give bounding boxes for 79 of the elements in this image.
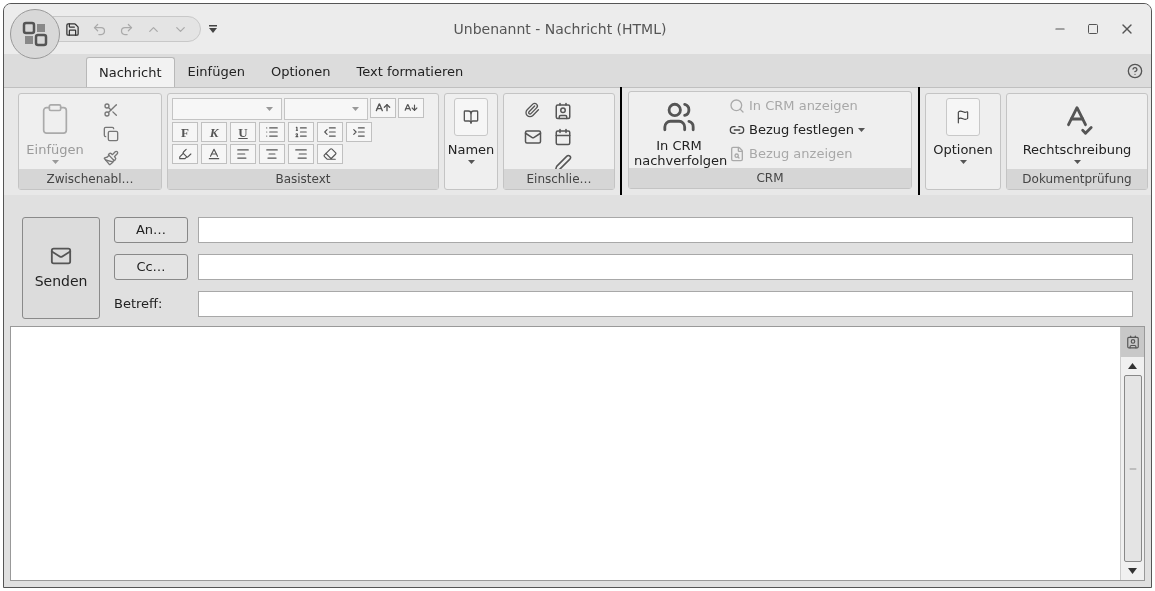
- font-name-field[interactable]: [172, 98, 282, 120]
- decrease-indent-icon: [323, 125, 337, 139]
- ribbon-tab[interactable]: Optionen: [257, 57, 344, 87]
- scissors-icon[interactable]: [103, 102, 119, 118]
- business-card-icon[interactable]: [554, 102, 572, 120]
- caret-icon: [467, 159, 475, 164]
- field-label: Betreff:: [114, 295, 164, 314]
- save-icon[interactable]: [65, 21, 80, 37]
- header-input-field[interactable]: [198, 217, 1133, 243]
- ribbon-tab[interactable]: Einfügen: [174, 57, 258, 87]
- scroll-thumb[interactable]: [1123, 375, 1142, 562]
- ribbon-tab[interactable]: Text formatieren: [343, 57, 477, 87]
- font-color-button[interactable]: [201, 144, 227, 164]
- align-right-button[interactable]: [288, 144, 314, 164]
- scroll-down-icon[interactable]: [1128, 568, 1137, 574]
- align-center-button[interactable]: [259, 144, 285, 164]
- format-button[interactable]: F: [172, 122, 198, 142]
- font-color-icon: [207, 147, 221, 161]
- message-body-field[interactable]: [10, 326, 1145, 581]
- caret-icon: [857, 128, 865, 132]
- eraser-icon: [323, 147, 337, 161]
- crm-menu-button[interactable]: Bezug festlegen: [729, 120, 865, 140]
- caret-icon: [1073, 159, 1081, 164]
- address-button[interactable]: An…: [114, 217, 188, 243]
- bullet-list-icon: [265, 125, 279, 139]
- group-label: Einschlie…: [526, 171, 592, 188]
- send-button[interactable]: Senden: [22, 217, 100, 319]
- caret-icon: [266, 107, 273, 111]
- caret-icon: [51, 159, 59, 164]
- track-in-crm-button[interactable]: In CRM nachverfolgen: [633, 96, 725, 168]
- numbered-list-button[interactable]: [288, 122, 314, 142]
- header-input-field[interactable]: [198, 291, 1133, 317]
- align-right-icon: [294, 147, 308, 161]
- ruler-toggle-button[interactable]: [1121, 327, 1144, 357]
- spelling-button[interactable]: Rechtschreibung: [1011, 98, 1143, 169]
- caret-icon: [352, 107, 359, 111]
- customize-icon[interactable]: [209, 25, 217, 33]
- flag-icon: [956, 110, 970, 124]
- options-button[interactable]: Optionen: [930, 98, 996, 189]
- clear-format-button[interactable]: [317, 144, 343, 164]
- group-label: Basistext: [275, 171, 331, 188]
- align-left-icon: [236, 147, 250, 161]
- bullet-list-button[interactable]: [259, 122, 285, 142]
- vertical-scrollbar[interactable]: [1120, 327, 1144, 580]
- font-size-field[interactable]: [284, 98, 368, 120]
- paperclip-icon[interactable]: [524, 102, 540, 118]
- increase-indent-button[interactable]: [346, 122, 372, 142]
- office-button[interactable]: [10, 9, 60, 59]
- group-label: Dokumentprüfung: [1022, 171, 1132, 188]
- paintbrush-icon[interactable]: [103, 150, 119, 166]
- group-label: Zwischenabl…: [46, 171, 134, 188]
- decrease-indent-button[interactable]: [317, 122, 343, 142]
- increase-indent-icon: [352, 125, 366, 139]
- format-button[interactable]: K: [201, 122, 227, 142]
- highlight-button[interactable]: [172, 144, 198, 164]
- header-input-field[interactable]: [198, 254, 1133, 280]
- align-center-icon: [265, 147, 279, 161]
- caret-icon: [959, 159, 967, 164]
- help-icon[interactable]: [1127, 62, 1143, 79]
- shrink-font-button[interactable]: [398, 98, 424, 118]
- format-button[interactable]: U: [230, 122, 256, 142]
- names-button[interactable]: Namen: [449, 98, 493, 189]
- maximize-icon[interactable]: [1087, 23, 1099, 35]
- book-icon: [463, 109, 479, 125]
- search-icon: [729, 98, 745, 114]
- align-left-button[interactable]: [230, 144, 256, 164]
- ribbon-tab[interactable]: Nachricht: [86, 57, 175, 87]
- numbered-list-icon: [294, 125, 308, 139]
- contacts-icon: [662, 100, 696, 134]
- window-title: Unbenannt - Nachricht (HTML): [453, 19, 667, 39]
- scroll-up-icon[interactable]: [1128, 363, 1137, 369]
- highlighter-icon: [178, 147, 192, 161]
- grow-font-button[interactable]: [370, 98, 396, 118]
- office-logo-icon: [22, 21, 48, 47]
- group-label: CRM: [756, 170, 784, 187]
- copy-icon[interactable]: [103, 126, 119, 142]
- calendar-icon[interactable]: [554, 128, 572, 146]
- address-button[interactable]: Cc…: [114, 254, 188, 280]
- document-search-icon: [729, 146, 745, 162]
